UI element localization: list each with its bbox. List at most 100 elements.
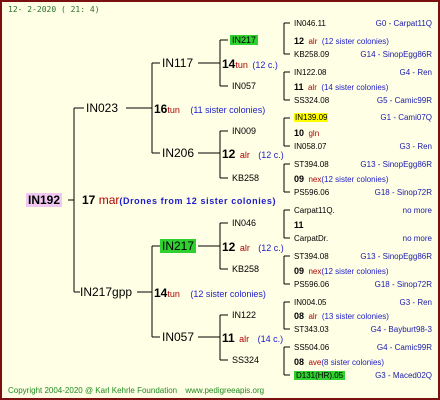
gen4-node[interactable]: IN058.07 bbox=[294, 141, 326, 153]
gen4-tag: G14 - SinopEgg86R bbox=[360, 50, 432, 59]
gen4-node[interactable]: IN046.11 bbox=[294, 18, 326, 30]
gen4-tag: G18 - Sinop72R bbox=[374, 280, 432, 289]
gen4-node[interactable]: IN122.08 bbox=[294, 67, 326, 79]
root-info: 17 mar(Drones from 12 sister colonies) bbox=[82, 193, 276, 208]
gen3-breed: alr bbox=[308, 312, 318, 321]
gen1-node[interactable]: IN023 bbox=[86, 101, 118, 115]
gen4-node[interactable]: ST343.03 bbox=[294, 324, 329, 336]
gen2-note: (12 c.) bbox=[258, 243, 284, 253]
gen2-note: (12 c.) bbox=[252, 60, 278, 70]
gen2-generation: 14 bbox=[222, 57, 236, 71]
gen1-node[interactable]: IN217gpp bbox=[80, 285, 132, 299]
gen4-tag: G4 - Camic99R bbox=[376, 343, 432, 352]
footer-site-link[interactable]: www.pedigreeapis.org bbox=[185, 386, 264, 395]
header-date: 12- 2-2020 ( 21: 4) bbox=[8, 5, 100, 14]
gen3-note: (12 sister colonies) bbox=[321, 175, 389, 184]
gen3-generation: 10 bbox=[294, 128, 305, 138]
gen4-tag: G13 - SinopEgg86R bbox=[360, 252, 432, 261]
gen3-node[interactable]: IN057 bbox=[232, 80, 256, 92]
gen4-node[interactable]: D131(HR).05 bbox=[294, 370, 346, 382]
gen4-node[interactable]: ST394.08 bbox=[294, 251, 329, 263]
gen4-node-id[interactable]: D131(HR).05 bbox=[294, 371, 346, 380]
gen3-generation: 08 bbox=[294, 311, 305, 321]
gen1-breed: tun bbox=[167, 105, 180, 115]
gen4-node[interactable]: KB258.09 bbox=[294, 49, 329, 61]
gen4-node[interactable]: CarpatDr. bbox=[294, 233, 328, 245]
gen4-tag: no more bbox=[402, 206, 432, 215]
gen4-tag: G13 - SinopEgg86R bbox=[360, 160, 432, 169]
gen2-node[interactable]: IN217 bbox=[160, 239, 197, 253]
gen3-generation: 12 bbox=[294, 36, 305, 46]
gen3-note: (13 sister colonies) bbox=[321, 312, 389, 321]
gen4-node[interactable]: ST394.08 bbox=[294, 159, 329, 171]
gen3-info: 11 bbox=[294, 218, 304, 231]
gen3-generation: 11 bbox=[294, 220, 304, 230]
gen2-node[interactable]: IN057 bbox=[162, 330, 194, 344]
gen2-node-id[interactable]: IN217 bbox=[160, 239, 197, 253]
gen3-generation: 09 bbox=[294, 266, 305, 276]
footer-copyright: Copyright 2004-2020 @ Karl Kehrle Founda… bbox=[8, 386, 178, 395]
gen4-node-id[interactable]: IN139.09 bbox=[294, 113, 329, 122]
gen3-node[interactable]: IN122 bbox=[232, 309, 256, 321]
gen2-breed: alr bbox=[239, 150, 250, 160]
gen2-generation: 11 bbox=[222, 331, 235, 345]
gen3-info: 08 ave(8 sister colonies) bbox=[294, 355, 384, 369]
gen4-node[interactable]: IN004.05 bbox=[294, 297, 326, 309]
root-note: (Drones from 12 sister colonies) bbox=[119, 196, 277, 206]
gen3-breed: alr bbox=[308, 37, 318, 46]
gen4-node[interactable]: Carpat11Q. bbox=[294, 205, 335, 217]
gen2-generation: 12 bbox=[222, 240, 236, 254]
gen4-tag: G5 - Camic99R bbox=[376, 96, 432, 105]
gen3-node-id[interactable]: IN217 bbox=[230, 35, 259, 45]
gen1-info: 14tun (12 sister colonies) bbox=[154, 286, 266, 300]
gen2-generation: 12 bbox=[222, 147, 236, 161]
gen3-breed: ave bbox=[308, 358, 322, 367]
gen4-node[interactable]: SS324.08 bbox=[294, 95, 329, 107]
gen3-note: (14 sister colonies) bbox=[321, 83, 389, 92]
gen4-tag: G3 - Ren bbox=[399, 298, 432, 307]
gen4-tag: G3 - Maced02Q bbox=[375, 371, 432, 380]
root-id[interactable]: IN192 bbox=[26, 193, 63, 207]
gen4-node[interactable]: PS596.06 bbox=[294, 187, 329, 199]
gen3-info: 08 alr (13 sister colonies) bbox=[294, 309, 389, 323]
root-node[interactable]: IN192 bbox=[26, 193, 63, 207]
gen4-node[interactable]: PS596.06 bbox=[294, 279, 329, 291]
gen3-node[interactable]: IN217 bbox=[230, 34, 259, 46]
gen2-info: 14tun (12 c.) bbox=[222, 57, 278, 71]
gen3-note: (12 sister colonies) bbox=[321, 267, 389, 276]
gen4-tag: G18 - Sinop72R bbox=[374, 188, 432, 197]
pedigree-window: 12- 2-2020 ( 21: 4) IN192 17 mar(Drones … bbox=[0, 0, 440, 400]
gen4-node[interactable]: IN139.09 bbox=[294, 112, 329, 124]
root-breed: mar bbox=[98, 193, 120, 207]
gen3-node[interactable]: SS324 bbox=[232, 354, 259, 366]
gen4-tag: G1 - Cami07Q bbox=[380, 113, 432, 122]
gen2-node[interactable]: IN117 bbox=[162, 56, 193, 70]
gen1-generation: 14 bbox=[154, 286, 168, 300]
gen2-note: (12 c.) bbox=[258, 150, 284, 160]
gen3-node[interactable]: IN046 bbox=[232, 217, 256, 229]
gen3-node[interactable]: IN009 bbox=[232, 125, 256, 137]
gen3-info: 09 nex(12 sister colonies) bbox=[294, 172, 389, 186]
gen3-breed: nex bbox=[308, 267, 322, 276]
gen2-node[interactable]: IN206 bbox=[162, 146, 194, 160]
footer: Copyright 2004-2020 @ Karl Kehrle Founda… bbox=[8, 385, 264, 397]
gen2-info: 12 alr (12 c.) bbox=[222, 147, 284, 161]
gen4-node[interactable]: SS504.06 bbox=[294, 342, 329, 354]
gen2-breed: alr bbox=[239, 334, 250, 344]
gen4-tag: G3 - Ren bbox=[399, 142, 432, 151]
gen3-node[interactable]: KB258 bbox=[232, 263, 259, 275]
gen3-generation: 08 bbox=[294, 357, 305, 367]
gen3-info: 11 alr (14 sister colonies) bbox=[294, 80, 388, 94]
gen3-generation: 11 bbox=[294, 82, 304, 92]
gen1-info: 16tun (11 sister colonies) bbox=[154, 102, 265, 116]
gen2-info: 12 alr (12 c.) bbox=[222, 240, 284, 254]
gen1-note: (11 sister colonies) bbox=[190, 105, 266, 115]
gen2-note: (14 c.) bbox=[257, 334, 284, 344]
gen4-tag: G4 - Bayburt98-3 bbox=[370, 325, 432, 334]
gen4-tag: G4 - Ren bbox=[399, 68, 432, 77]
gen3-breed: alr bbox=[307, 83, 317, 92]
gen2-breed: alr bbox=[239, 243, 250, 253]
gen3-node[interactable]: KB258 bbox=[232, 172, 259, 184]
gen1-generation: 16 bbox=[154, 102, 168, 116]
gen2-breed: tun bbox=[235, 60, 248, 70]
